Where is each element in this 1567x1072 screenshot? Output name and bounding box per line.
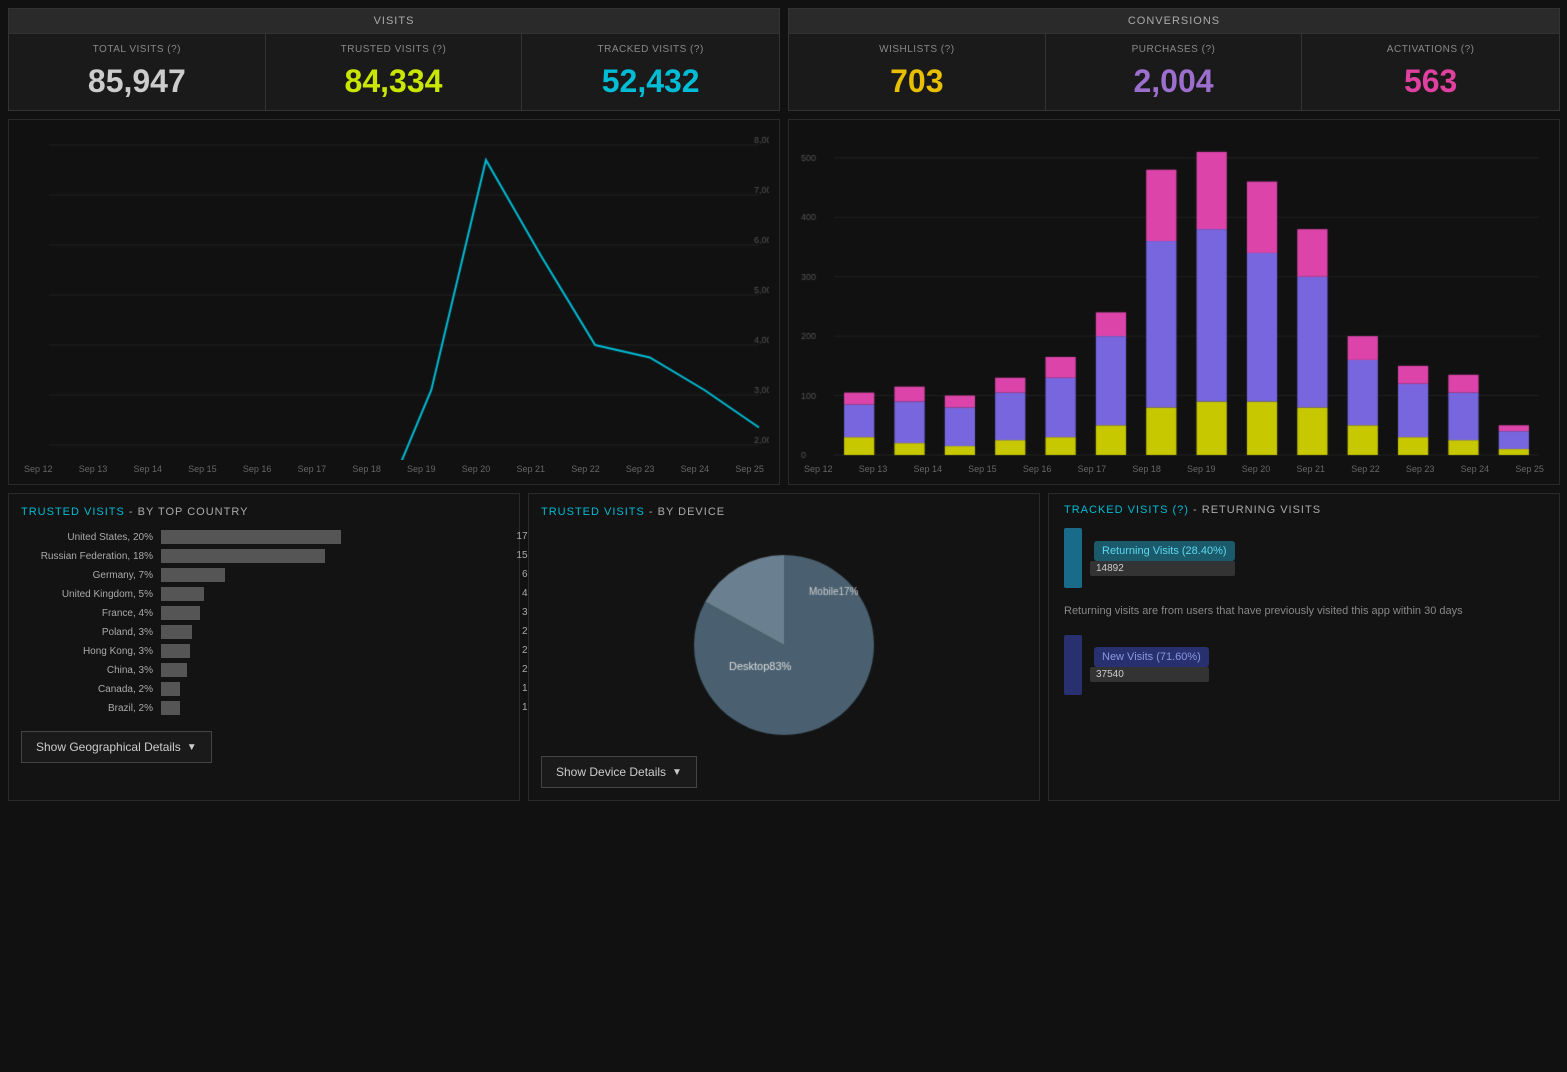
conversions-header: CONVERSIONS (789, 9, 1559, 34)
activations-cell: ACTIVATIONS (?) 563 (1302, 34, 1559, 110)
list-item: Canada, 2% 1,801 (21, 682, 507, 696)
country-bar-fill (161, 549, 325, 563)
device-section-title: TRUSTED VISITS - BY DEVICE (541, 506, 1027, 518)
tracked-visits-label: TRACKED VISITS (?) (537, 44, 764, 55)
tracked-visits-value: 52,432 (537, 63, 764, 100)
activations-label: ACTIVATIONS (?) (1317, 44, 1544, 55)
trusted-visits-value: 84,334 (281, 63, 507, 100)
country-bars-container: United States, 20% 17,029 Russian Federa… (21, 530, 507, 715)
country-bar-container: 3,656 (161, 606, 507, 620)
country-label: Poland, 3% (21, 627, 161, 638)
country-bar-container: 15,476 (161, 549, 507, 563)
bar-chart (799, 130, 1549, 460)
bar-chart-x-axis: Sep 12Sep 13Sep 14Sep 15 Sep 16Sep 17Sep… (799, 464, 1549, 474)
new-visits-label: New Visits (71.60%) (1094, 647, 1209, 667)
country-bar-fill (161, 663, 187, 677)
total-visits-cell: TOTAL VISITS (?) 85,947 (9, 34, 266, 110)
country-bar-container: 2,500 (161, 663, 507, 677)
activations-value: 563 (1317, 63, 1544, 100)
country-label: Canada, 2% (21, 684, 161, 695)
country-bar-fill (161, 568, 225, 582)
country-bar-container: 1,801 (161, 682, 507, 696)
trusted-visits-label: TRUSTED VISITS (?) (281, 44, 507, 55)
list-item: Russian Federation, 18% 15,476 (21, 549, 507, 563)
returning-description: Returning visits are from users that hav… (1064, 603, 1544, 620)
show-device-details-button[interactable]: Show Device Details ▼ (541, 756, 697, 788)
country-bar-fill (161, 701, 180, 715)
country-bar-fill (161, 587, 204, 601)
wishlists-label: WISHLISTS (?) (804, 44, 1030, 55)
country-label: Hong Kong, 3% (21, 646, 161, 657)
country-bar-fill (161, 530, 341, 544)
country-bar-container: 17,029 (161, 530, 507, 544)
chevron-down-icon: ▼ (187, 742, 197, 753)
list-item: United Kingdom, 5% 4,045 (21, 587, 507, 601)
country-label: Brazil, 2% (21, 703, 161, 714)
list-item: United States, 20% 17,029 (21, 530, 507, 544)
country-bar-fill (161, 682, 180, 696)
returning-panel: TRACKED VISITS (?) - RETURNING VISITS Re… (1048, 493, 1560, 801)
device-panel: TRUSTED VISITS - BY DEVICE Show Device D… (528, 493, 1040, 801)
returning-bar (1064, 528, 1082, 588)
country-bar-container: 1,770 (161, 701, 507, 715)
wishlists-value: 703 (804, 63, 1030, 100)
country-bar-fill (161, 625, 192, 639)
country-bar-container: 2,732 (161, 644, 507, 658)
list-item: France, 4% 3,656 (21, 606, 507, 620)
chevron-down-icon: ▼ (672, 767, 682, 778)
purchases-cell: PURCHASES (?) 2,004 (1046, 34, 1303, 110)
show-geo-details-button[interactable]: Show Geographical Details ▼ (21, 731, 212, 763)
country-bar-container: 6,014 (161, 568, 507, 582)
list-item: Brazil, 2% 1,770 (21, 701, 507, 715)
country-label: France, 4% (21, 608, 161, 619)
country-section-title: TRUSTED VISITS - BY TOP COUNTRY (21, 506, 507, 518)
tracked-visits-cell: TRACKED VISITS (?) 52,432 (522, 34, 779, 110)
purchases-label: PURCHASES (?) (1061, 44, 1287, 55)
country-label: Germany, 7% (21, 570, 161, 581)
new-visits-bar (1064, 635, 1082, 695)
list-item: Germany, 7% 6,014 (21, 568, 507, 582)
new-visits-count: 37540 (1090, 667, 1209, 682)
country-label: China, 3% (21, 665, 161, 676)
new-visits-bar-row: New Visits (71.60%) 37540 (1064, 635, 1544, 695)
country-bar-fill (161, 644, 190, 658)
purchases-value: 2,004 (1061, 63, 1287, 100)
returning-label: Returning Visits (28.40%) (1094, 541, 1235, 561)
country-label: United States, 20% (21, 532, 161, 543)
list-item: Poland, 3% 2,930 (21, 625, 507, 639)
returning-count: 14892 (1090, 561, 1235, 576)
total-visits-value: 85,947 (24, 63, 250, 100)
country-label: Russian Federation, 18% (21, 551, 161, 562)
country-bar-fill (161, 606, 200, 620)
line-chart-x-axis: Sep 12Sep 13Sep 14Sep 15 Sep 16Sep 17Sep… (19, 464, 769, 474)
wishlists-cell: WISHLISTS (?) 703 (789, 34, 1046, 110)
list-item: Hong Kong, 3% 2,732 (21, 644, 507, 658)
list-item: China, 3% 2,500 (21, 663, 507, 677)
trusted-visits-cell: TRUSTED VISITS (?) 84,334 (266, 34, 523, 110)
total-visits-label: TOTAL VISITS (?) (24, 44, 250, 55)
returning-section-title: TRACKED VISITS (?) - RETURNING VISITS (1064, 504, 1544, 516)
line-chart-panel: Sep 12Sep 13Sep 14Sep 15 Sep 16Sep 17Sep… (8, 119, 780, 485)
country-bar-container: 2,930 (161, 625, 507, 639)
pie-chart-container (541, 530, 1027, 750)
line-chart (19, 130, 769, 460)
country-label: United Kingdom, 5% (21, 589, 161, 600)
country-panel: TRUSTED VISITS - BY TOP COUNTRY United S… (8, 493, 520, 801)
visits-header: VISITS (9, 9, 779, 34)
country-bar-container: 4,045 (161, 587, 507, 601)
bar-chart-panel: Sep 12Sep 13Sep 14Sep 15 Sep 16Sep 17Sep… (788, 119, 1560, 485)
returning-bar-row: Returning Visits (28.40%) 14892 (1064, 528, 1544, 588)
pie-chart (644, 530, 924, 750)
